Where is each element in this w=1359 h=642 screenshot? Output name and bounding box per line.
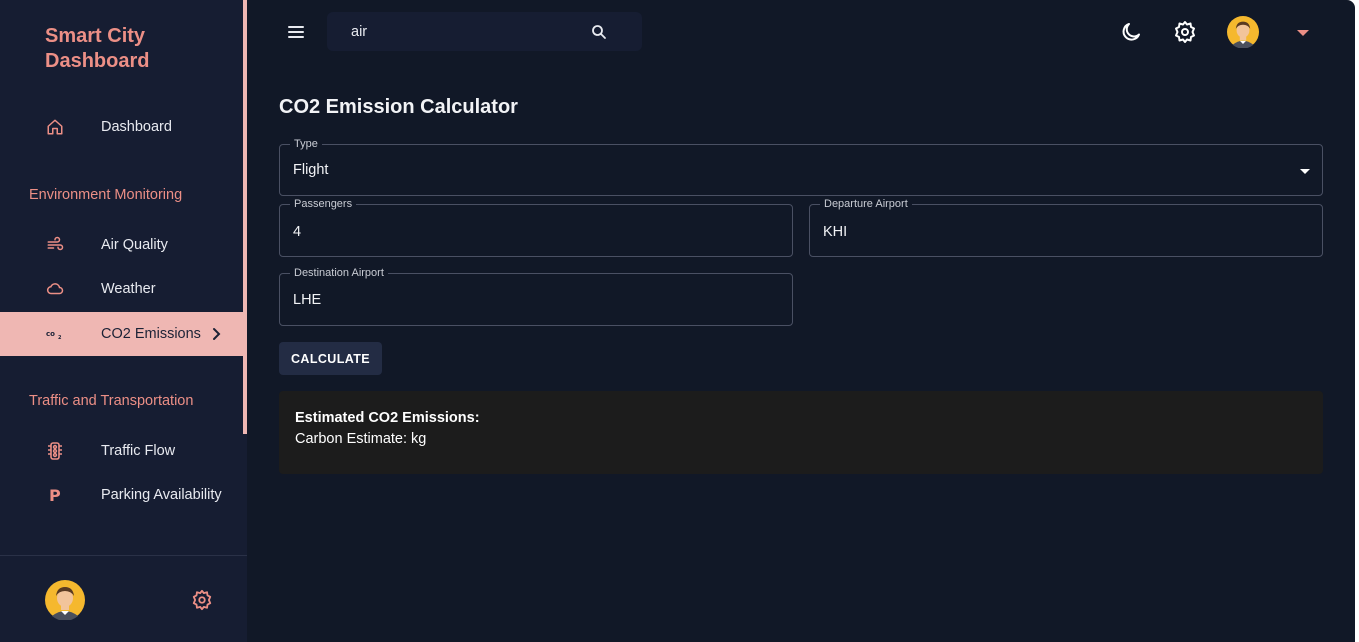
result-panel: Estimated CO2 Emissions: Carbon Estimate…: [279, 391, 1323, 474]
search-icon[interactable]: [590, 23, 608, 41]
avatar[interactable]: [45, 580, 85, 621]
svg-text:P: P: [49, 486, 61, 504]
destination-airport-label: Destination Airport: [290, 266, 388, 280]
wind-icon: [45, 235, 65, 255]
brand-line-2: Dashboard: [45, 50, 150, 72]
app-window: Smart City Dashboard Dashboard Environme…: [0, 0, 1355, 642]
search-bar: [327, 12, 642, 51]
passengers-value: 4: [293, 224, 302, 240]
home-icon: [45, 117, 65, 137]
chevron-down-icon[interactable]: [1297, 30, 1309, 36]
section-environment-monitoring: Environment Monitoring: [29, 187, 183, 203]
moon-icon[interactable]: [1119, 20, 1143, 44]
section-traffic-transportation: Traffic and Transportation: [29, 393, 194, 409]
departure-airport-field[interactable]: Departure Airport KHI: [809, 197, 1323, 257]
type-label: Type: [290, 137, 322, 151]
passengers-label: Passengers: [290, 197, 357, 211]
cloud-icon: [45, 279, 65, 299]
chevron-down-icon: [1300, 169, 1310, 174]
sidebar-item-air-quality[interactable]: Air Quality: [0, 223, 243, 267]
result-title: Estimated CO2 Emissions:: [295, 410, 480, 426]
search-input[interactable]: [351, 22, 591, 42]
brand-line-1: Smart City: [45, 25, 146, 47]
gear-icon[interactable]: [191, 589, 213, 611]
sidebar-item-dashboard[interactable]: Dashboard: [0, 105, 243, 149]
sidebar-item-parking-availability[interactable]: P Parking Availability: [0, 473, 243, 517]
gear-icon[interactable]: [1173, 20, 1197, 44]
departure-airport-label: Departure Airport: [820, 197, 912, 211]
type-select[interactable]: Type Flight: [279, 137, 1323, 196]
passengers-field[interactable]: Passengers 4: [279, 197, 793, 257]
sidebar-item-label: Air Quality: [101, 237, 168, 253]
sidebar-item-weather[interactable]: Weather: [0, 267, 243, 311]
svg-text:co: co: [46, 330, 55, 338]
sidebar-item-label: Traffic Flow: [101, 443, 176, 459]
sidebar-item-label: Dashboard: [101, 119, 172, 135]
calculate-button[interactable]: CALCULATE: [279, 342, 382, 375]
sidebar-item-traffic-flow[interactable]: Traffic Flow: [0, 429, 243, 473]
sidebar-divider: [0, 555, 247, 556]
co2-icon: co 2: [45, 324, 65, 344]
destination-airport-field[interactable]: Destination Airport LHE: [279, 266, 793, 326]
destination-airport-value: LHE: [293, 292, 322, 308]
parking-icon: P: [45, 485, 65, 505]
brand-title: Smart City Dashboard: [45, 24, 215, 74]
sidebar-accent-border: [243, 0, 247, 434]
menu-icon[interactable]: [286, 22, 306, 42]
carbon-estimate-text: Carbon Estimate: kg: [295, 431, 427, 447]
sidebar-item-co2-emissions[interactable]: co 2 CO2 Emissions: [0, 312, 243, 356]
traffic-light-icon: [45, 441, 65, 461]
departure-airport-value: KHI: [823, 224, 848, 240]
page-title: CO2 Emission Calculator: [279, 96, 518, 118]
type-value: Flight: [293, 162, 329, 178]
sidebar-item-label: Parking Availability: [101, 487, 222, 503]
chevron-right-icon: [209, 327, 223, 341]
sidebar: Smart City Dashboard Dashboard Environme…: [0, 0, 247, 642]
avatar[interactable]: [1227, 16, 1259, 49]
sidebar-item-label: CO2 Emissions: [101, 326, 201, 342]
sidebar-item-label: Weather: [101, 281, 156, 297]
svg-text:2: 2: [58, 335, 62, 340]
